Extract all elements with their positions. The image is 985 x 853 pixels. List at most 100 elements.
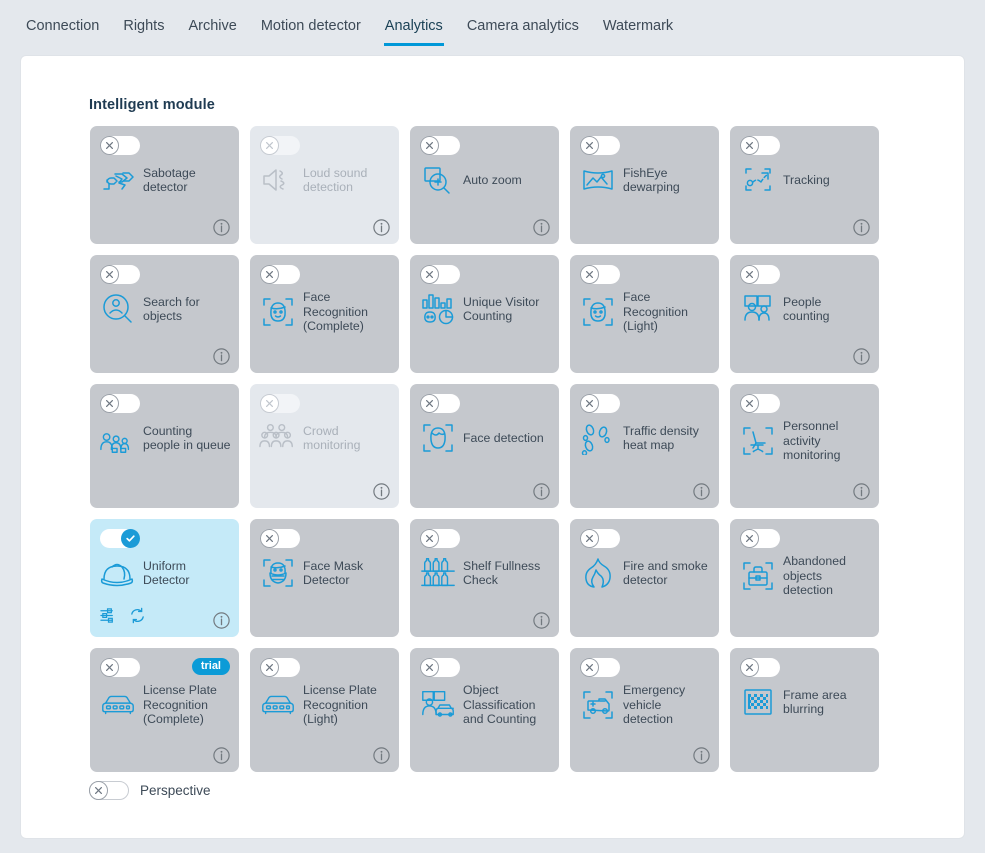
module-card-fisheye-dewarping[interactable]: FishEye dewarping: [570, 126, 719, 244]
info-icon[interactable]: [373, 747, 390, 764]
toggle-knob-off-icon: [420, 136, 439, 155]
info-icon[interactable]: [373, 483, 390, 500]
info-icon[interactable]: [373, 219, 390, 236]
shelf-fullness-check-icon: [419, 554, 457, 592]
module-body: License Plate Recognition (Complete): [90, 683, 239, 727]
module-card-shelf-fullness-check[interactable]: Shelf Fullness Check: [410, 519, 559, 637]
module-toggle[interactable]: [420, 394, 460, 413]
module-toggle[interactable]: [740, 658, 780, 677]
refresh-icon[interactable]: [129, 607, 146, 629]
module-card-abandoned-objects-detection[interactable]: Abandoned objects detection: [730, 519, 879, 637]
settings-icon[interactable]: [100, 607, 117, 629]
module-toggle[interactable]: [740, 136, 780, 155]
module-card-sabotage-detector[interactable]: Sabotage detector: [90, 126, 239, 244]
info-icon[interactable]: [853, 483, 870, 500]
module-card-loud-sound-detection[interactable]: Loud sound detection: [250, 126, 399, 244]
module-toggle[interactable]: [420, 529, 460, 548]
info-icon[interactable]: [213, 747, 230, 764]
module-label: Fire and smoke detector: [623, 558, 708, 588]
module-toggle[interactable]: [260, 658, 300, 677]
frame-area-blurring-icon: [739, 683, 777, 721]
module-card-face-mask-detector[interactable]: Face Mask Detector: [250, 519, 399, 637]
info-icon[interactable]: [533, 483, 550, 500]
fisheye-dewarping-icon: [579, 161, 617, 199]
info-icon[interactable]: [213, 612, 230, 629]
info-icon[interactable]: [533, 219, 550, 236]
module-toggle[interactable]: [580, 394, 620, 413]
module-card-face-detection[interactable]: Face detection: [410, 384, 559, 508]
tab-bar: Connection Rights Archive Motion detector An…: [0, 0, 985, 55]
module-label: Face Recognition (Complete): [303, 290, 368, 333]
face-detection-icon: [419, 419, 457, 457]
module-toggle[interactable]: [100, 394, 140, 413]
module-toggle[interactable]: [580, 529, 620, 548]
info-icon[interactable]: [693, 747, 710, 764]
tab-connection[interactable]: Connection: [14, 18, 111, 46]
module-card-counting-people-in-queue[interactable]: Counting people in queue: [90, 384, 239, 508]
module-card-personnel-activity-monitoring[interactable]: Personnel activity monitoring: [730, 384, 879, 508]
module-card-traffic-density-heat-map[interactable]: Traffic density heat map: [570, 384, 719, 508]
module-toggle[interactable]: [420, 658, 460, 677]
info-icon[interactable]: [853, 219, 870, 236]
tab-analytics[interactable]: Analytics: [373, 18, 455, 46]
perspective-toggle[interactable]: [88, 780, 129, 800]
info-icon[interactable]: [213, 219, 230, 236]
module-label: Personnel activity monitoring: [783, 419, 841, 462]
module-card-license-plate-recognition-light[interactable]: License Plate Recognition (Light): [250, 648, 399, 772]
module-body: Emergency vehicle detection: [570, 683, 719, 727]
tab-rights[interactable]: Rights: [111, 18, 176, 46]
module-label: Frame area blurring: [783, 687, 847, 717]
module-card-tracking[interactable]: Tracking: [730, 126, 879, 244]
module-toggle[interactable]: [260, 529, 300, 548]
module-toggle[interactable]: [260, 136, 300, 155]
module-card-auto-zoom[interactable]: Auto zoom: [410, 126, 559, 244]
module-card-face-recognition-light[interactable]: Face Recognition (Light): [570, 255, 719, 373]
module-toggle[interactable]: [100, 529, 140, 548]
tab-archive[interactable]: Archive: [176, 18, 248, 46]
module-toggle[interactable]: [260, 265, 300, 284]
module-toggle[interactable]: [580, 658, 620, 677]
module-card-unique-visitor-counting[interactable]: Unique Visitor Counting: [410, 255, 559, 373]
module-card-object-classification-and-counting[interactable]: Object Classification and Counting: [410, 648, 559, 772]
info-icon[interactable]: [533, 612, 550, 629]
module-card-crowd-monitoring[interactable]: Crowd monitoring: [250, 384, 399, 508]
module-card-frame-area-blurring[interactable]: Frame area blurring: [730, 648, 879, 772]
module-toggle[interactable]: [100, 658, 140, 677]
perspective-row: Perspective: [88, 780, 211, 800]
module-label: Tracking: [783, 172, 830, 187]
module-label: Uniform Detector: [143, 558, 190, 588]
tab-camera-analytics[interactable]: Camera analytics: [455, 18, 591, 46]
module-body: Face Recognition (Complete): [250, 290, 399, 334]
module-card-face-recognition-complete[interactable]: Face Recognition (Complete): [250, 255, 399, 373]
module-card-search-for-objects[interactable]: Search for objects: [90, 255, 239, 373]
info-icon[interactable]: [693, 483, 710, 500]
toggle-knob-off-icon: [580, 658, 599, 677]
toggle-knob-off-icon: [420, 529, 439, 548]
module-card-people-counting[interactable]: People counting: [730, 255, 879, 373]
module-toggle[interactable]: [100, 265, 140, 284]
module-toggle[interactable]: [420, 265, 460, 284]
module-toggle[interactable]: [260, 394, 300, 413]
sabotage-detector-icon: [99, 161, 137, 199]
module-toggle[interactable]: [740, 265, 780, 284]
module-body: Auto zoom: [410, 161, 559, 199]
module-toggle[interactable]: [580, 136, 620, 155]
toggle-knob-off-icon: [260, 529, 279, 548]
module-card-license-plate-recognition-complete[interactable]: trial License Plate Recognition (Complet…: [90, 648, 239, 772]
module-label: People counting: [783, 294, 830, 324]
module-card-uniform-detector[interactable]: Uniform Detector: [90, 519, 239, 637]
module-toggle[interactable]: [100, 136, 140, 155]
module-label: License Plate Recognition (Complete): [143, 683, 217, 726]
module-label: Abandoned objects detection: [783, 554, 846, 597]
module-card-fire-and-smoke-detector[interactable]: Fire and smoke detector: [570, 519, 719, 637]
module-toggle[interactable]: [420, 136, 460, 155]
module-toggle[interactable]: [580, 265, 620, 284]
tab-motion-detector[interactable]: Motion detector: [249, 18, 373, 46]
module-card-emergency-vehicle-detection[interactable]: Emergency vehicle detection: [570, 648, 719, 772]
info-icon[interactable]: [213, 348, 230, 365]
tab-watermark[interactable]: Watermark: [591, 18, 685, 46]
module-toggle[interactable]: [740, 529, 780, 548]
module-toggle[interactable]: [740, 394, 780, 413]
info-icon[interactable]: [853, 348, 870, 365]
object-classification-and-counting-icon: [419, 686, 457, 724]
